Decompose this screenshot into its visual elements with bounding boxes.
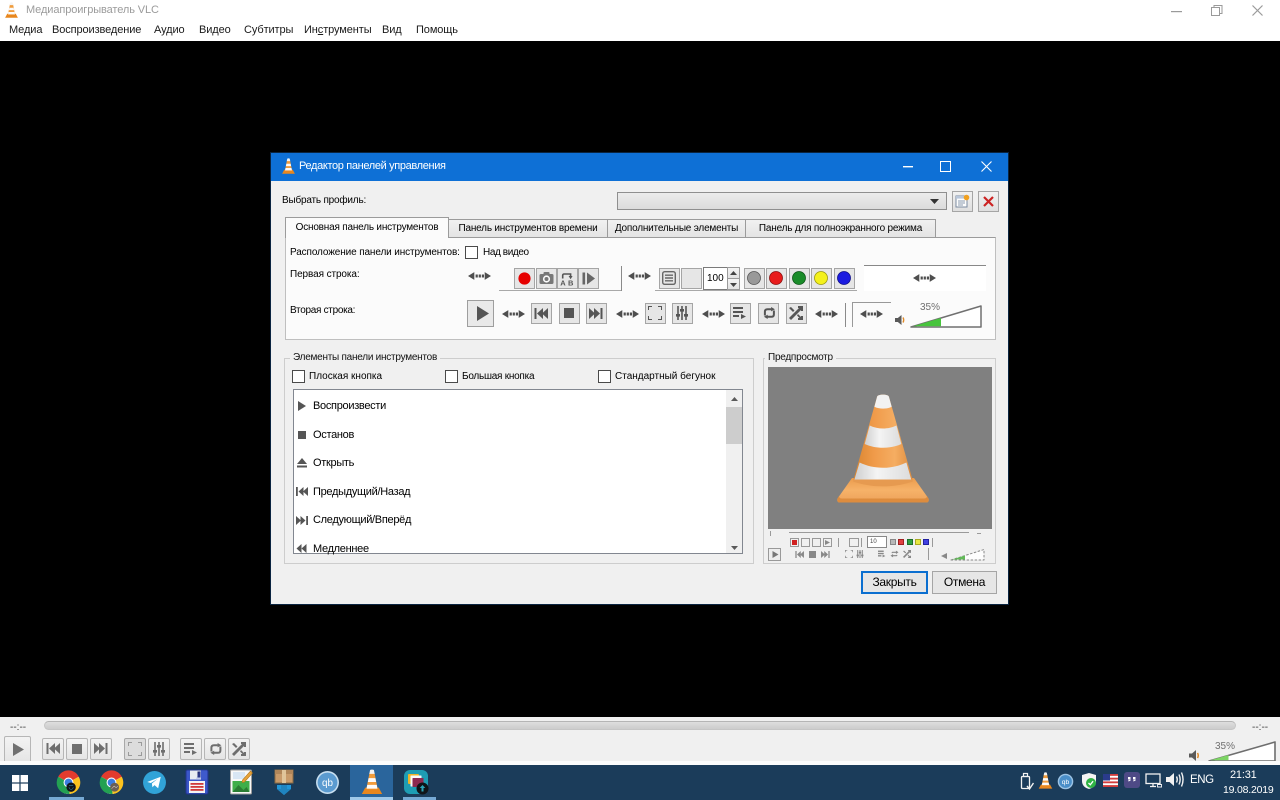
svg-text:qb: qb [322,778,333,789]
svg-text:A: A [560,279,566,287]
svg-text:B: B [568,279,574,287]
svg-text:qb: qb [1062,779,1070,786]
